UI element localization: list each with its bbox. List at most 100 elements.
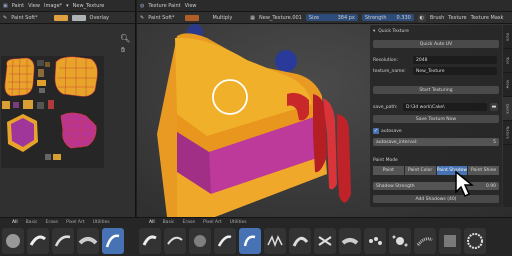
left-shelf-tab-erase[interactable]: Erase (46, 220, 59, 225)
paint-brush-icon[interactable]: ✎ (140, 15, 144, 21)
autosave-interval-field[interactable]: autosave_interval: 5 (373, 138, 499, 146)
texture-name-field[interactable]: New_Texture (413, 67, 497, 75)
brush-dots-icon[interactable] (364, 228, 386, 254)
tab-quick-label: Quick (505, 103, 510, 114)
paint-brush-icon[interactable]: ✎ (3, 15, 7, 21)
texture-menu[interactable]: Texture (448, 15, 466, 21)
size-value: 384 px (337, 14, 355, 21)
uv-secondary-color[interactable] (71, 14, 86, 21)
uv-mode-dropdown[interactable]: Paint (12, 3, 24, 9)
brush-ink-icon[interactable] (214, 228, 236, 254)
brush-menu[interactable]: Brush (430, 15, 444, 21)
brush-active-icon[interactable] (102, 228, 124, 254)
autosave-checkbox[interactable]: ✓ (373, 128, 379, 134)
quick-texture-header[interactable]: ▾ Quick Texture (373, 27, 499, 35)
viewport-header: ◍ Texture Paint View (137, 0, 512, 12)
brush-splatter-icon[interactable] (389, 228, 411, 254)
uv-primary-color[interactable] (53, 14, 68, 21)
uv-editor-header: ▣ Paint View Image* ▾ New_Texture (0, 0, 135, 12)
editor-type-icon[interactable]: ▣ (3, 3, 8, 9)
viewport-view-menu[interactable]: View (185, 3, 197, 9)
viewport-brush-name[interactable]: Paint Soft* (148, 15, 174, 21)
brush-smear-icon[interactable] (77, 228, 99, 254)
viewport-color-swatch[interactable] (184, 14, 199, 21)
strength-field[interactable]: Strength 0.330 (361, 14, 414, 21)
right-shelf-tab-pixel-art[interactable]: Pixel Art (203, 220, 222, 225)
brush-airbrush-icon[interactable] (139, 228, 161, 254)
autosave-interval-row[interactable]: autosave_interval: 5 (373, 138, 499, 146)
right-shelf-tab-utilities[interactable]: Utilities (230, 220, 247, 225)
right-shelf-tabs: All Basic Erase Pixel Art Utilities (137, 218, 512, 227)
texture-name-row: texture_name: New_Texture (373, 67, 499, 75)
brush-selected-icon[interactable] (239, 228, 261, 254)
texture-slot-icon[interactable]: ▦ (250, 15, 255, 21)
uv-editor-area: ▣ Paint View Image* ▾ New_Texture ✎ Pain… (0, 0, 136, 217)
tab-view-label: View (505, 80, 510, 89)
brush-paint-icon[interactable] (164, 228, 186, 254)
tab-texture[interactable]: Texture (503, 121, 512, 145)
right-shelf-tab-erase[interactable]: Erase (183, 220, 196, 225)
save-texture-now-button[interactable]: Save Texture Now (373, 115, 499, 123)
brush-texture-icon[interactable] (464, 228, 486, 254)
uv-texture-name[interactable]: New_Texture (73, 3, 105, 9)
left-shelf-tab-utilities[interactable]: Utilities (93, 220, 110, 225)
tab-quick[interactable]: Quick (503, 97, 512, 121)
brush-grain-icon[interactable] (439, 228, 461, 254)
texture-mask-menu[interactable]: Texture Mask (471, 15, 504, 21)
editor-type-icon[interactable]: ◍ (140, 3, 144, 9)
brush-stroke-icon[interactable] (52, 228, 74, 254)
blend-mode-dropdown[interactable]: Multiply (213, 15, 233, 21)
brush-smudge-icon[interactable] (339, 228, 361, 254)
paint-mode-paint-color[interactable]: Paint Color (404, 165, 436, 175)
right-shelf-tab-basic[interactable]: Basic (163, 220, 175, 225)
shadow-strength-field[interactable]: Shadow Strength 0.90 (373, 182, 499, 190)
save-path-field[interactable]: D:\3d work\Cake\ (403, 103, 487, 111)
right-shelf-tab-all[interactable]: All (149, 220, 155, 225)
left-shelf-tab-pixel-art[interactable]: Pixel Art (66, 220, 85, 225)
tab-item[interactable]: Item (503, 25, 512, 49)
uv-brush-name[interactable]: Paint Soft* (11, 15, 37, 21)
save-path-row: save_path: D:\3d work\Cake\ ▬ (373, 103, 499, 111)
paint-mode-paint[interactable]: Paint (373, 165, 404, 175)
pressure-icon[interactable]: ◐ (417, 13, 426, 22)
uv-view-menu[interactable]: View (28, 3, 40, 9)
cake-model[interactable] (137, 24, 377, 217)
size-field[interactable]: Size 384 px (305, 14, 358, 21)
hand-icon[interactable]: ✋︎ (121, 46, 125, 55)
uv-texture-canvas[interactable] (1, 56, 104, 168)
tab-item-label: Item (505, 32, 510, 41)
viewport-mode-dropdown[interactable]: Texture Paint (148, 3, 180, 9)
brush-blur-icon[interactable] (189, 228, 211, 254)
brush-soft-icon[interactable] (2, 228, 24, 254)
brush-fan-icon[interactable] (289, 228, 311, 254)
left-shelf-tab-basic[interactable]: Basic (26, 220, 38, 225)
resolution-field[interactable]: 2048 (413, 56, 497, 64)
add-shadows-button[interactable]: Add Shadows (40) (373, 195, 499, 203)
left-shelf-tab-all[interactable]: All (12, 220, 18, 225)
brush-hard-icon[interactable] (27, 228, 49, 254)
mouse-pointer-icon (455, 170, 475, 198)
image-browse-icon[interactable]: ▾ (66, 3, 69, 9)
right-brush-shelf: All Basic Erase Pixel Art Utilities (137, 217, 512, 256)
3d-viewport[interactable]: ◍ Texture Paint View ✎ Paint Soft* Multi… (137, 0, 512, 217)
autosave-row: ✓ autosave (373, 127, 499, 135)
autosave-label: autosave (381, 128, 402, 134)
texture-name-value: New_Texture (416, 68, 445, 74)
tab-tool[interactable]: Tool (503, 49, 512, 73)
start-texturing-button[interactable]: Start Texturing (373, 86, 499, 94)
shadow-strength-row[interactable]: Shadow Strength 0.90 (373, 182, 499, 190)
size-label: Size (308, 14, 320, 21)
brush-chalk-icon[interactable] (414, 228, 436, 254)
uv-overlay-menu[interactable]: Overlay (90, 15, 109, 21)
brush-scribble-icon[interactable] (264, 228, 286, 254)
tab-tool-label: Tool (505, 57, 510, 64)
quick-auto-uv-button[interactable]: Quick Auto UV (373, 40, 499, 48)
shadow-strength-value: 0.90 (485, 183, 496, 189)
tab-view[interactable]: View (503, 73, 512, 97)
brush-crosshatch-icon[interactable] (314, 228, 336, 254)
uv-image-menu[interactable]: Image* (44, 3, 62, 9)
save-path-label: save_path: (373, 104, 398, 110)
zoom-icon[interactable]: 🔍︎ (120, 34, 130, 43)
viewport-texture-name[interactable]: New_Texture.001 (259, 15, 302, 21)
folder-icon[interactable]: ▬ (490, 103, 498, 111)
